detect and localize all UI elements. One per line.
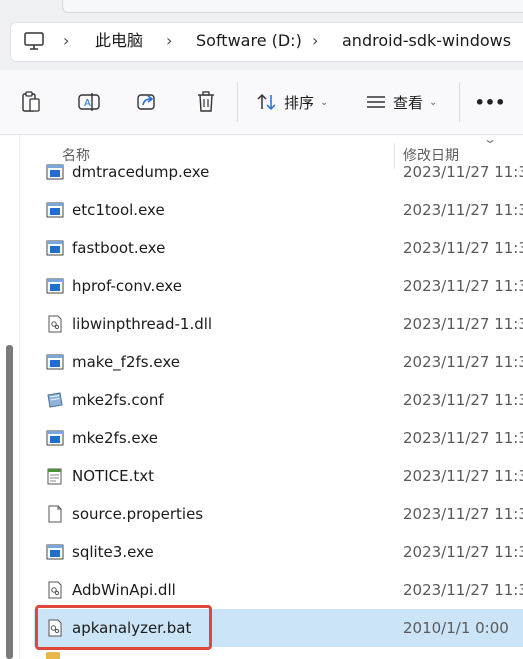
file-name: source.properties (72, 505, 204, 523)
file-row[interactable]: sqlite3.exe 2023/11/27 11:34 (34, 533, 523, 571)
exe-file-icon (46, 239, 64, 257)
scrollbar-track (19, 135, 20, 659)
toolbar-divider (459, 82, 460, 122)
breadcrumb-folder[interactable]: android-sdk-windows (342, 31, 511, 51)
exe-file-icon (46, 277, 64, 295)
folder-icon (46, 652, 60, 659)
file-name: hprof-conv.exe (72, 277, 182, 295)
view-button[interactable]: 查看 ⌄ (365, 88, 437, 116)
copy-button[interactable] (18, 88, 44, 116)
file-name: dmtracedump.exe (72, 163, 210, 181)
svg-text:A: A (84, 98, 91, 109)
file-name: AdbWinApi.dll (72, 581, 176, 599)
clipboard-icon (22, 91, 40, 112)
share-icon (137, 94, 155, 110)
view-label: 查看 (393, 93, 424, 112)
file-row[interactable]: hprof-conv.exe 2023/11/27 11:34 (34, 267, 523, 305)
file-row[interactable]: make_f2fs.exe 2023/11/27 11:34 (34, 343, 523, 381)
file-name: sqlite3.exe (72, 543, 154, 561)
file-date-modified: 2010/1/1 0:00 (403, 619, 509, 637)
file-date-modified: 2023/11/27 11:34 (403, 581, 523, 599)
conf-file-icon (46, 391, 64, 409)
file-name: libwinpthread-1.dll (72, 315, 213, 333)
toolbar-divider (237, 82, 238, 122)
breadcrumb-drive[interactable]: Software (D:) (196, 31, 302, 51)
view-list-icon (367, 96, 385, 108)
file-date-modified: 2023/11/27 11:34 (403, 315, 523, 333)
file-row[interactable]: NOTICE.txt 2023/11/27 11:34 (34, 457, 523, 495)
delete-icon (198, 91, 214, 112)
file-row[interactable]: source.properties 2023/11/27 11:34 (34, 495, 523, 533)
sort-indicator-icon: ⌄ (482, 132, 498, 146)
file-date-modified: 2023/11/27 11:34 (403, 467, 523, 485)
exe-file-icon (46, 201, 64, 219)
file-row[interactable]: AdbWinApi.dll 2023/11/27 11:34 (34, 571, 523, 609)
chevron-right-icon[interactable]: › (312, 31, 318, 51)
file-date-modified: 2023/11/27 11:34 (403, 163, 523, 181)
file-date-modified: 2023/11/27 11:34 (403, 201, 523, 219)
file-row[interactable]: etc1tool.exe 2023/11/27 11:34 (34, 191, 523, 229)
file-file-icon (46, 505, 64, 523)
file-date-modified: 2023/11/27 11:34 (403, 277, 523, 295)
exe-file-icon (46, 353, 64, 371)
file-row[interactable]: fastboot.exe 2023/11/27 11:34 (34, 229, 523, 267)
address-bar: › 此电脑 › Software (D:) › android-sdk-wind… (0, 14, 523, 70)
file-row[interactable]: mke2fs.conf 2023/11/27 11:34 (34, 381, 523, 419)
sort-label: 排序 (284, 93, 315, 112)
file-name: etc1tool.exe (72, 201, 165, 219)
file-date-modified: 2023/11/27 11:34 (403, 353, 523, 371)
window-top-strip (0, 0, 523, 14)
chevron-right-icon[interactable]: › (63, 31, 69, 51)
chevron-down-icon: ⌄ (320, 96, 329, 108)
rename-button[interactable]: A (76, 88, 102, 116)
exe-file-icon (46, 429, 64, 447)
file-name: NOTICE.txt (72, 467, 154, 485)
chevron-right-icon[interactable]: › (166, 31, 172, 51)
file-name: make_f2fs.exe (72, 353, 180, 371)
tab-edge (62, 0, 523, 13)
navigation-pane-scrollbar[interactable] (6, 345, 13, 659)
file-date-modified: 2023/11/27 11:34 (403, 543, 523, 561)
more-options-button[interactable]: ••• (475, 88, 506, 116)
file-date-modified: 2023/11/27 11:34 (403, 429, 523, 447)
rename-icon: A (78, 93, 100, 111)
sort-icon (257, 93, 276, 111)
file-date-modified: 2023/11/27 11:34 (403, 505, 523, 523)
file-name: fastboot.exe (72, 239, 166, 257)
exe-file-icon (46, 543, 64, 561)
file-row[interactable]: libwinpthread-1.dll 2023/11/27 11:34 (34, 305, 523, 343)
file-row[interactable]: mke2fs.exe 2023/11/27 11:34 (34, 419, 523, 457)
command-bar: A 排序 ⌄ 查看 ⌄ ••• (0, 70, 523, 135)
file-name: mke2fs.exe (72, 429, 159, 447)
dll-file-icon (46, 581, 64, 599)
sort-button[interactable]: 排序 ⌄ (256, 88, 328, 116)
breadcrumb-this-pc[interactable]: 此电脑 (95, 31, 143, 51)
file-date-modified: 2023/11/27 11:34 (403, 391, 523, 409)
exe-file-icon (46, 163, 64, 181)
txt-file-icon (46, 467, 64, 485)
file-name: mke2fs.conf (72, 391, 164, 409)
computer-icon[interactable] (23, 30, 45, 52)
chevron-down-icon: ⌄ (429, 96, 438, 108)
delete-button[interactable] (193, 88, 219, 116)
file-row[interactable]: dmtracedump.exe 2023/11/27 11:34 (34, 153, 523, 191)
dll-file-icon (46, 315, 64, 333)
share-button[interactable] (134, 88, 160, 116)
file-date-modified: 2023/11/27 11:34 (403, 239, 523, 257)
annotation-highlight-box (35, 605, 212, 650)
